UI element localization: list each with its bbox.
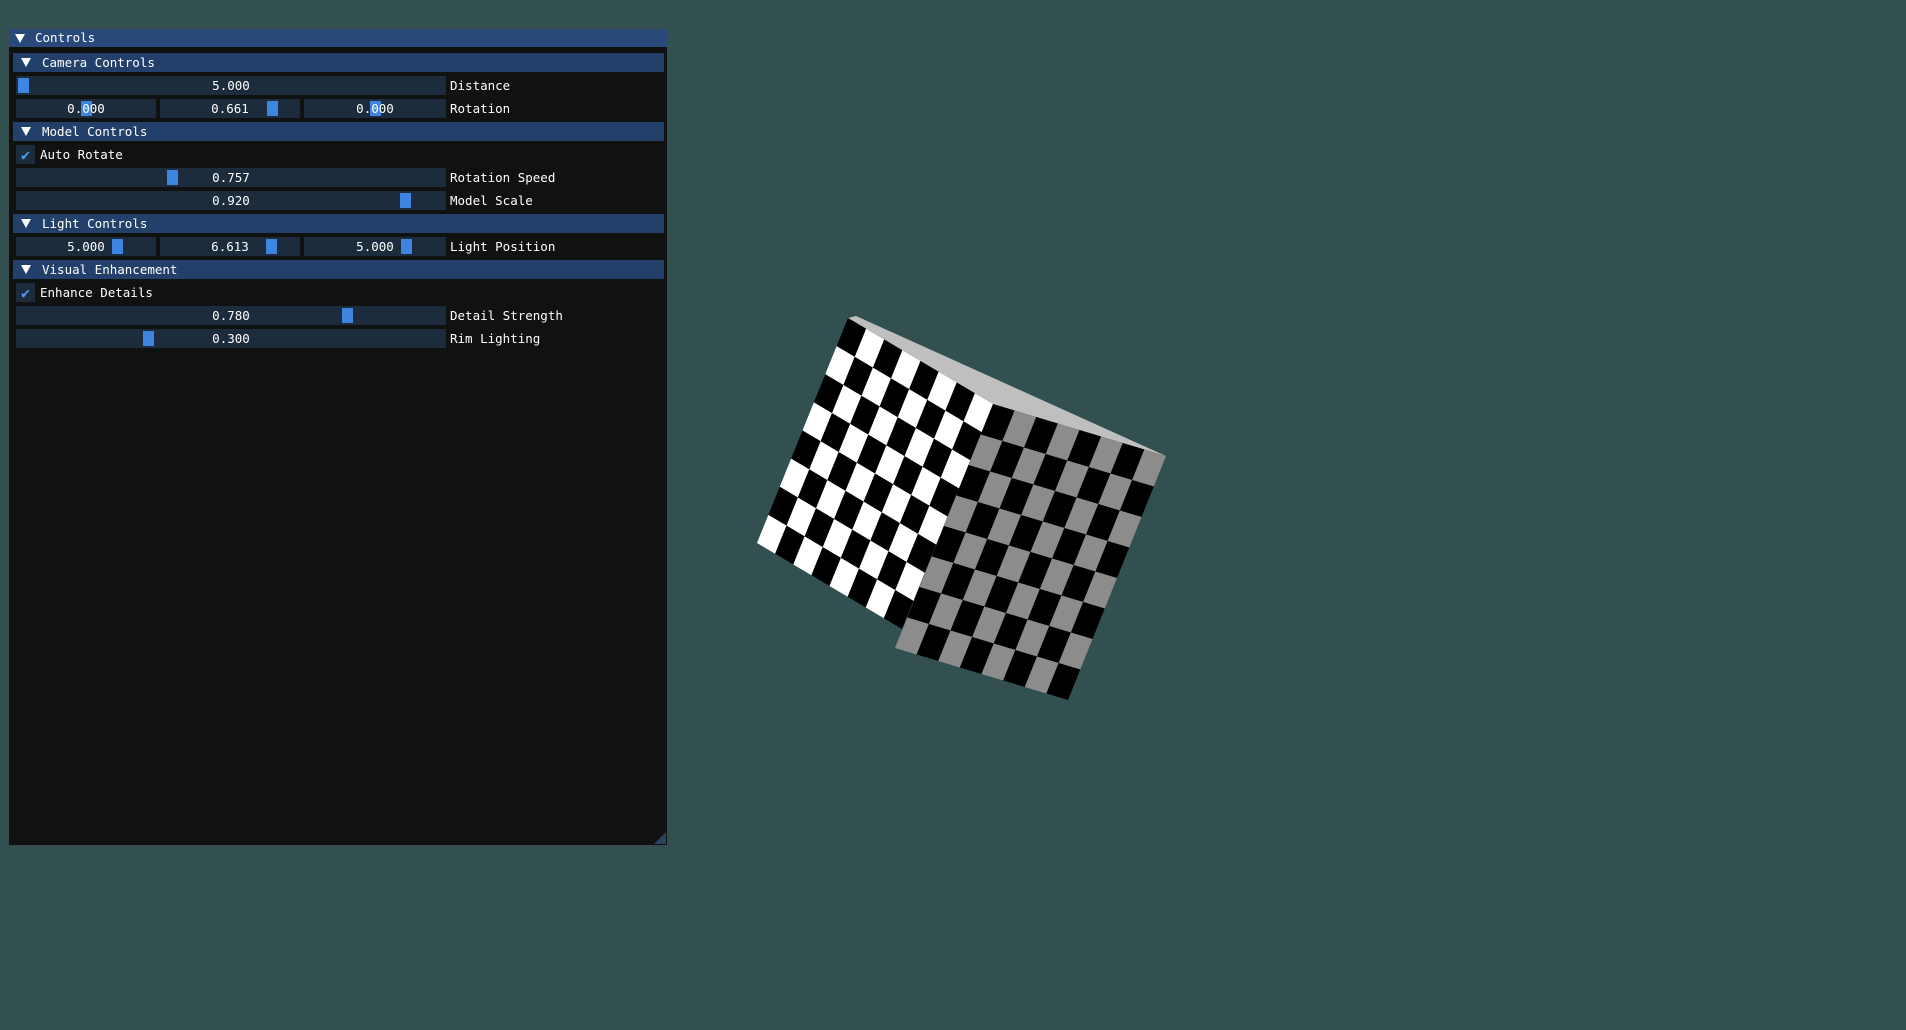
checkmark-icon: ✔ [20,145,31,164]
enhance-details-label: Enhance Details [40,285,153,300]
model-scale-label: Model Scale [450,193,533,208]
rotation-z-slider[interactable]: 0.000 [304,99,446,118]
rotation-speed-label: Rotation Speed [450,170,556,185]
model-controls-header[interactable]: Model Controls [13,122,664,141]
rim-lighting-row: 0.300 Rim Lighting [13,329,664,348]
auto-rotate-checkbox[interactable]: ✔ [16,145,35,164]
light-x-slider[interactable]: 5.000 [16,237,156,256]
model-scale-value: 0.920 [212,193,250,208]
auto-rotate-label: Auto Rotate [40,147,123,162]
light-z-slider[interactable]: 5.000 [304,237,446,256]
expand-arrow-icon [21,58,31,67]
slider-grab[interactable] [111,239,123,254]
slider-grab[interactable] [142,331,154,346]
expand-arrow-icon [21,127,31,136]
resize-grip-icon[interactable] [654,832,666,844]
rotation-speed-slider[interactable]: 0.757 [16,168,446,187]
rotation-x-value: 0.000 [67,101,105,116]
light-position-row: 5.000 6.613 5.000 Light Position [13,237,664,256]
light-z-value: 5.000 [356,239,394,254]
slider-grab[interactable] [267,101,278,116]
model-scale-row: 0.920 Model Scale [13,191,664,210]
rotation-x-slider[interactable]: 0.000 [16,99,156,118]
detail-strength-row: 0.780 Detail Strength [13,306,664,325]
detail-strength-value: 0.780 [212,308,250,323]
model-scale-slider[interactable]: 0.920 [16,191,446,210]
model-controls-title: Model Controls [42,124,148,139]
rotation-y-slider[interactable]: 0.661 [160,99,300,118]
light-y-value: 6.613 [211,239,249,254]
rim-lighting-value: 0.300 [212,331,250,346]
distance-row: 5.000 Distance [13,76,664,95]
rim-lighting-label: Rim Lighting [450,331,541,346]
detail-strength-label: Detail Strength [450,308,563,323]
rotation-speed-value: 0.757 [212,170,250,185]
light-controls-title: Light Controls [42,216,148,231]
slider-grab[interactable] [341,308,353,323]
distance-label: Distance [450,78,511,93]
window-title-bar[interactable]: Controls [9,29,667,47]
expand-arrow-icon [21,219,31,228]
controls-window[interactable]: Controls Camera Controls 5.000 Distance … [8,28,668,846]
auto-rotate-row: ✔ Auto Rotate [13,145,664,164]
rotation-y-value: 0.661 [211,101,249,116]
rotation-label: Rotation [450,101,511,116]
visual-enhancement-header[interactable]: Visual Enhancement [13,260,664,279]
enhance-details-checkbox[interactable]: ✔ [16,283,35,302]
detail-strength-slider[interactable]: 0.780 [16,306,446,325]
slider-grab[interactable] [18,78,29,93]
rotation-row: 0.000 0.661 0.000 Rotation [13,99,664,118]
camera-controls-header[interactable]: Camera Controls [13,53,664,72]
distance-value: 5.000 [212,78,250,93]
camera-controls-title: Camera Controls [42,55,155,70]
slider-grab[interactable] [401,239,413,254]
slider-grab[interactable] [265,239,277,254]
slider-grab[interactable] [167,170,179,185]
window-title: Controls [35,30,96,45]
rotation-speed-row: 0.757 Rotation Speed [13,168,664,187]
light-x-value: 5.000 [67,239,105,254]
collapse-arrow-icon[interactable] [15,33,25,43]
visual-enhancement-title: Visual Enhancement [42,262,178,277]
light-controls-header[interactable]: Light Controls [13,214,664,233]
rim-lighting-slider[interactable]: 0.300 [16,329,446,348]
checkmark-icon: ✔ [20,283,31,302]
light-y-slider[interactable]: 6.613 [160,237,300,256]
rotation-z-value: 0.000 [356,101,394,116]
distance-slider[interactable]: 5.000 [16,76,446,95]
enhance-details-row: ✔ Enhance Details [13,283,664,302]
light-position-label: Light Position [450,239,556,254]
expand-arrow-icon [21,265,31,274]
slider-grab[interactable] [399,193,411,208]
